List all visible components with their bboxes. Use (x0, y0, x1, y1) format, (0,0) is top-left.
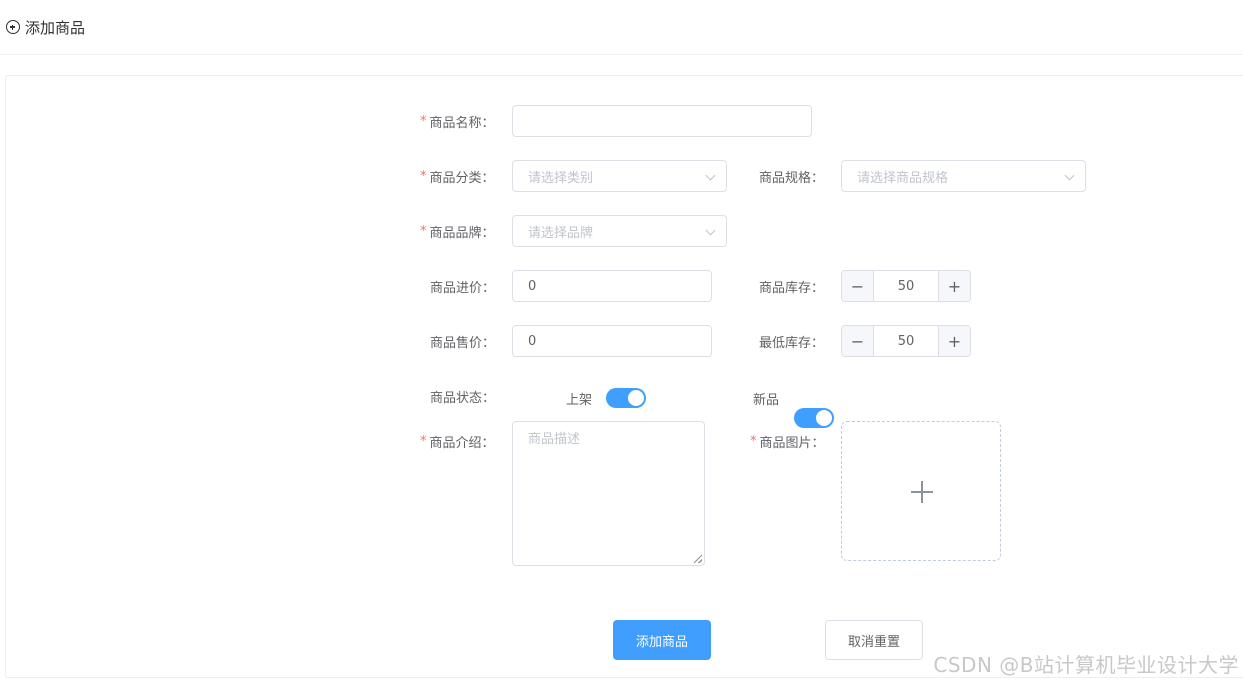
product-name-input[interactable] (512, 105, 812, 137)
chevron-down-icon (705, 225, 716, 236)
stock-decrease-button[interactable]: − (842, 271, 874, 301)
plus-circle-icon (6, 20, 20, 34)
category-placeholder: 请选择类别 (528, 170, 594, 186)
required-mark: * (420, 223, 427, 239)
required-mark: * (420, 433, 427, 449)
spec-placeholder: 请选择商品规格 (857, 170, 949, 186)
resize-grip-icon[interactable] (694, 555, 702, 563)
stock-value[interactable]: 50 (874, 271, 938, 301)
chevron-down-icon (1064, 170, 1075, 181)
new-label-text: 新品 (753, 392, 780, 408)
new-switch[interactable] (794, 408, 834, 428)
switch-knob (816, 410, 832, 426)
cost-price-label-text: 商品进价： (430, 280, 496, 296)
image-uploader[interactable] (841, 421, 1001, 561)
spec-select[interactable]: 请选择商品规格 (841, 160, 1086, 192)
chevron-down-icon (705, 170, 716, 181)
required-mark: * (420, 168, 427, 184)
page-title: 添加商品 (25, 18, 86, 37)
brand-select[interactable]: 请选择品牌 (512, 215, 727, 247)
image-label: * 商品图片： (750, 432, 825, 451)
cost-price-label: 商品进价： (430, 277, 496, 296)
status-label: 商品状态： (430, 387, 496, 406)
status-label-text: 商品状态： (430, 390, 496, 406)
min-stock-value[interactable]: 50 (874, 326, 938, 356)
new-label: 新品 (753, 389, 780, 408)
intro-label: * 商品介绍： (420, 432, 495, 451)
min-stock-increase-button[interactable]: + (938, 326, 970, 356)
category-label-text: 商品分类： (429, 170, 495, 186)
intro-label-text: 商品介绍： (429, 435, 495, 451)
min-stock-stepper: − 50 + (841, 325, 971, 357)
watermark: CSDN @B站计算机毕业设计大学 (933, 653, 1239, 677)
spec-label-text: 商品规格： (759, 170, 825, 186)
brand-placeholder: 请选择品牌 (528, 225, 594, 241)
cost-price-value: 0 (528, 278, 537, 294)
brand-label: * 商品品牌： (420, 222, 495, 241)
category-label: * 商品分类： (420, 167, 495, 186)
sale-price-label-text: 商品售价： (430, 335, 496, 351)
stock-increase-button[interactable]: + (938, 271, 970, 301)
product-name-label-text: 商品名称： (429, 115, 495, 131)
brand-label-text: 商品品牌： (429, 225, 495, 241)
required-mark: * (750, 433, 757, 449)
on-shelf-switch[interactable] (606, 388, 646, 408)
required-mark: * (420, 113, 427, 129)
page-header: 添加商品 (0, 0, 1243, 55)
add-product-button[interactable]: 添加商品 (613, 620, 711, 660)
sale-price-value: 0 (528, 333, 537, 349)
stock-stepper: − 50 + (841, 270, 971, 302)
category-select[interactable]: 请选择类别 (512, 160, 727, 192)
cost-price-input[interactable]: 0 (512, 270, 712, 302)
min-stock-label: 最低库存： (759, 332, 825, 351)
on-shelf-label-text: 上架 (566, 392, 593, 408)
plus-icon-vertical (921, 481, 923, 503)
stock-label-text: 商品库存： (759, 280, 825, 296)
spec-label: 商品规格： (759, 167, 825, 186)
reset-button[interactable]: 取消重置 (825, 620, 923, 660)
sale-price-input[interactable]: 0 (512, 325, 712, 357)
intro-textarea[interactable]: 商品描述 (512, 421, 705, 566)
sale-price-label: 商品售价： (430, 332, 496, 351)
intro-placeholder: 商品描述 (528, 432, 581, 447)
stock-label: 商品库存： (759, 277, 825, 296)
product-name-label: * 商品名称： (420, 112, 495, 131)
switch-knob (628, 390, 644, 406)
min-stock-label-text: 最低库存： (759, 335, 825, 351)
on-shelf-label: 上架 (566, 389, 593, 408)
image-label-text: 商品图片： (759, 435, 825, 451)
min-stock-decrease-button[interactable]: − (842, 326, 874, 356)
